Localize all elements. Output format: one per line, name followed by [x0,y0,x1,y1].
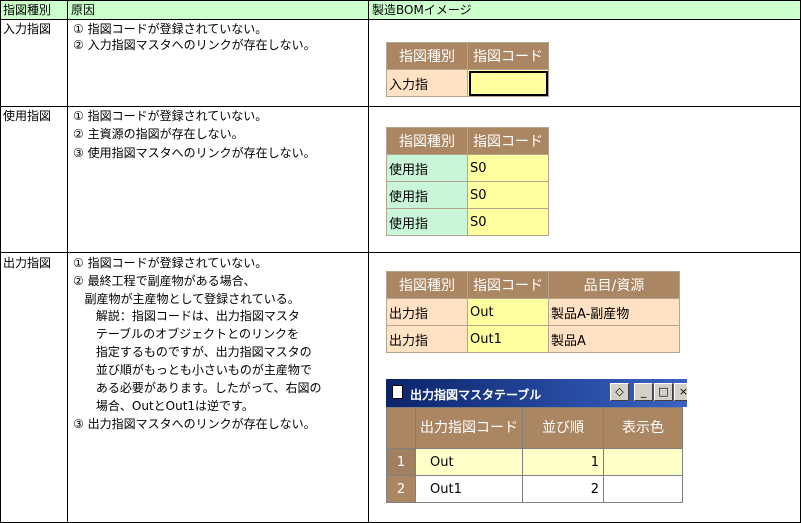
reason-line: 指定するものですが、出力指図マスタの [73,345,312,359]
table-cell[interactable]: 製品A [548,325,680,353]
table-cell[interactable] [603,475,683,503]
reason-line: 並び順がもっとも小さいものが主産物で [73,363,312,377]
table-cell[interactable]: 出力指 [386,325,468,353]
type-input: 入力指図 [3,22,52,36]
type-use: 使用指図 [3,109,52,123]
table-cell[interactable]: 使用指 [386,181,468,209]
bom-table-output: 指図種別 指図コード 品目/資源 出力指 Out 製品A-副産物 出力指 Out… [386,271,680,353]
document-icon [392,385,403,399]
col-header: 指図コード [467,271,549,299]
table-cell[interactable]: S0 [467,181,549,209]
reason-line: ある必要があります。したがって、右図の [73,381,322,395]
reason-line: ① 指図コードが登録されていない。 [73,22,268,36]
corner-cell [386,407,416,449]
reason-line: ① 指図コードが登録されていない。 [73,109,268,123]
header-type: 指図種別 [3,3,52,17]
window-titlebar[interactable]: 出力指図マスタテーブル ◇ _ □ × [386,379,687,407]
selected-code-cell[interactable] [467,69,549,97]
grid-line [0,0,1,523]
header-cause: 原因 [71,3,96,17]
reason-line: ② 主資源の指図が存在しない。 [73,127,244,141]
table-cell[interactable]: 製品A-副産物 [548,298,680,326]
table-cell[interactable]: Out1 [415,475,523,503]
bom-table-input: 指図種別 指図コード 入力指 [386,42,549,97]
table-cell[interactable]: 使用指 [386,154,468,182]
col-header[interactable]: 出力指図コード [415,407,523,449]
table-cell[interactable]: 入力指 [386,69,468,97]
row-number[interactable]: 2 [386,475,416,503]
reason-line: 副産物が主産物として登録されている。 [73,292,300,306]
table-cell[interactable]: Out [467,298,549,326]
table-cell[interactable]: Out [415,448,523,476]
col-header[interactable]: 表示色 [603,407,683,449]
window-title: 出力指図マスタテーブル [410,388,542,402]
reason-line: ① 指図コードが登録されていない。 [73,256,268,270]
grid-line [0,252,801,253]
reason-line: ③ 使用指図マスタへのリンクが存在しない。 [73,146,316,160]
col-header: 指図コード [467,127,549,155]
table-cell[interactable]: S0 [467,208,549,236]
row-number[interactable]: 1 [386,448,416,476]
table-cell[interactable]: 2 [522,475,604,503]
col-header: 指図種別 [386,127,468,155]
reason-line: ② 最終工程で副産物がある場合、 [73,274,256,288]
reason-line: テーブルのオブジェクトとのリンクを [73,327,300,341]
table-cell[interactable]: Out1 [467,325,549,353]
grid-line [368,0,369,523]
reason-line: 解説：指図コードは、出力指図マスタ [73,309,300,323]
table-cell[interactable]: 1 [522,448,604,476]
close-button[interactable]: × [674,383,687,401]
output-master-window: 出力指図マスタテーブル ◇ _ □ × 出力指図コード 並び順 表示色 1 Ou… [386,379,687,507]
table-cell[interactable] [603,448,683,476]
grid-line [0,0,801,1]
col-header: 指図種別 [386,271,468,299]
grid-line [67,0,68,523]
diamond-icon[interactable]: ◇ [610,383,629,401]
maximize-button[interactable]: □ [654,383,673,401]
reason-line: ② 入力指図マスタへのリンクが存在しない。 [73,38,316,52]
grid-line [0,106,801,107]
header-bom: 製造BOMイメージ [372,3,472,17]
grid-line [0,19,801,20]
table-cell[interactable]: 使用指 [386,208,468,236]
reason-line: 場合、OutとOut1は逆です。 [73,399,254,413]
minimize-button[interactable]: _ [634,383,653,401]
bom-table-use: 指図種別 指図コード 使用指 S0 使用指 S0 使用指 S0 [386,127,549,236]
type-output: 出力指図 [3,256,52,270]
table-cell[interactable]: S0 [467,154,549,182]
col-header: 品目/資源 [548,271,680,299]
master-grid: 出力指図コード 並び順 表示色 1 Out 1 2 Out1 2 [386,407,683,503]
table-cell[interactable]: 出力指 [386,298,468,326]
col-header: 指図コード [467,42,549,70]
reason-line: ③ 出力指図マスタへのリンクが存在しない。 [73,417,316,431]
col-header[interactable]: 並び順 [522,407,604,449]
col-header: 指図種別 [386,42,468,70]
